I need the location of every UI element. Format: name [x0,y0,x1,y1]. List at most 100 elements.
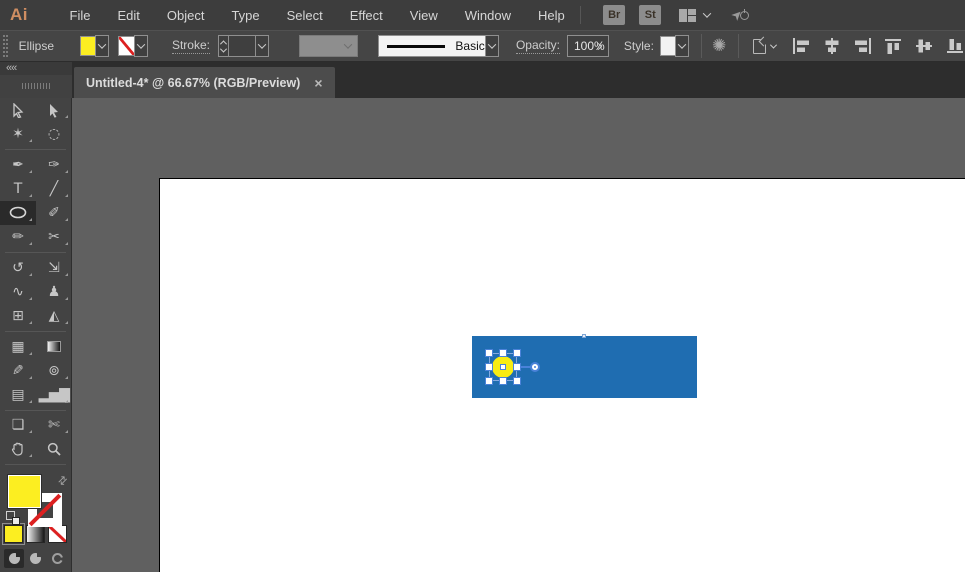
selection-handle-e[interactable] [513,363,521,371]
draw-inside-button[interactable] [47,549,67,568]
align-right-icon[interactable] [854,38,872,54]
gradient-tool[interactable] [36,335,72,359]
type-tool[interactable]: T [0,177,36,201]
menu-edit[interactable]: Edit [104,8,153,23]
direct-selection-tool[interactable] [36,98,72,122]
symbol-sprayer-tool[interactable]: ▤ [0,383,36,407]
stroke-weight-dropdown-button[interactable] [255,35,269,57]
curvature-icon: ✑ [48,158,60,172]
slice-icon: ✄ [48,418,60,432]
align-horizontal-center-icon[interactable] [823,38,841,54]
align-left-icon[interactable] [792,38,810,54]
chevron-down-icon [770,41,777,48]
bridge-button[interactable]: Br [603,5,625,25]
line-segment-tool[interactable]: ╱ [36,177,72,201]
column-graph-tool[interactable]: ▂▅▇ [36,383,72,407]
artboard-tool[interactable]: ❏ [0,413,36,437]
perspective-grid-tool[interactable]: ◭ [36,304,72,328]
brush-definition-dropdown-button[interactable] [485,35,499,57]
stroke-weight-field[interactable] [228,35,256,57]
rotate-tool[interactable]: ↺ [0,256,36,280]
none-button[interactable] [48,525,67,543]
magic-wand-tool[interactable]: ✶ [0,122,36,146]
menu-type[interactable]: Type [218,8,273,23]
menu-view[interactable]: View [396,8,451,23]
eyedropper-tool[interactable]: ✎ [0,359,36,383]
color-button[interactable] [4,525,23,543]
fill-proxy[interactable] [7,474,42,509]
selection-handle-n[interactable] [499,349,507,357]
pen-tool[interactable]: ✒ [0,153,36,177]
pie-angle-widget[interactable] [530,362,540,372]
paintbrush-tool[interactable]: ✐ [36,201,72,225]
ellipse-tool[interactable] [0,201,36,225]
selection-tool[interactable] [0,98,36,122]
selection-handle-sw[interactable] [485,377,493,385]
selection-center-point[interactable] [500,364,506,370]
zoom-icon [47,442,61,456]
menu-window[interactable]: Window [451,8,524,23]
toolbar-grip-handle[interactable] [22,83,50,89]
align-bottom-icon[interactable] [947,38,965,54]
opacity-panel-link[interactable]: Opacity: [516,38,560,54]
scissors-tool[interactable]: ✂ [36,225,72,249]
draw-behind-button[interactable] [26,549,46,568]
selection-handle-ne[interactable] [513,349,521,357]
align-vertical-center-icon[interactable] [916,38,934,54]
selection-arrow-icon [12,103,24,118]
lasso-tool[interactable]: ◌ [36,122,72,146]
mesh-tool[interactable]: ▦ [0,335,36,359]
draw-normal-icon [9,553,20,564]
menu-select[interactable]: Select [273,8,336,23]
stock-button[interactable]: St [639,5,661,25]
workspace-switcher[interactable] [679,9,710,22]
stroke-color-swatch[interactable] [118,36,134,56]
close-tab-icon[interactable]: × [314,76,322,90]
draw-behind-icon [30,553,41,564]
stroke-color-dropdown-button[interactable] [134,35,148,57]
document-setup-button[interactable] [753,39,776,54]
menu-object[interactable]: Object [153,8,218,23]
controlbar-divider [738,34,739,58]
width-tool[interactable]: ∿ [0,280,36,304]
brush-definition-field[interactable]: Basic [378,35,485,57]
menu-effect[interactable]: Effect [336,8,396,23]
puppet-warp-tool[interactable]: ♟ [36,280,72,304]
style-label: Style: [624,39,654,53]
selection-handle-w[interactable] [485,363,493,371]
zoom-tool[interactable] [36,437,72,461]
blend-tool[interactable]: ⊚ [36,359,72,383]
hand-tool[interactable] [0,437,36,461]
scale-tool[interactable]: ⇲ [36,256,72,280]
panel-grip-handle[interactable] [3,35,8,57]
canvas[interactable] [72,98,965,572]
fill-color-swatch[interactable] [80,36,96,56]
default-fill-stroke-icon[interactable] [6,511,20,525]
gpu-performance-button[interactable]: ➤ [732,8,749,23]
recolor-artwork-icon[interactable]: ✺ [712,38,726,55]
document-tab[interactable]: Untitled-4* @ 66.67% (RGB/Preview) × [74,67,335,98]
slice-tool[interactable]: ✄ [36,413,72,437]
fill-color-dropdown-button[interactable] [95,35,109,57]
align-top-icon[interactable] [885,38,903,54]
hand-icon [11,442,25,456]
toolbar-separator [5,252,66,253]
selection-handle-se[interactable] [513,377,521,385]
collapse-panel-button[interactable]: «« [6,62,16,74]
rectangle-edge-midpoint[interactable] [582,334,586,338]
graphic-style-swatch[interactable] [660,36,676,56]
graphic-style-dropdown-button[interactable] [675,35,689,57]
swap-fill-stroke-icon[interactable]: ⇄ [55,473,71,489]
gradient-button[interactable] [26,525,45,543]
pencil-tool[interactable]: ✏ [0,225,36,249]
menu-help[interactable]: Help [524,8,578,23]
stroke-panel-link[interactable]: Stroke: [172,38,210,54]
shape-builder-tool[interactable]: ⊞ [0,304,36,328]
selection-handle-s[interactable] [499,377,507,385]
curvature-tool[interactable]: ✑ [36,153,72,177]
draw-normal-button[interactable] [4,549,24,568]
selection-handle-nw[interactable] [485,349,493,357]
menu-file[interactable]: File [56,8,104,23]
opacity-field[interactable]: 100% [567,35,609,57]
fill-stroke-indicator: ⇄ [0,471,71,522]
